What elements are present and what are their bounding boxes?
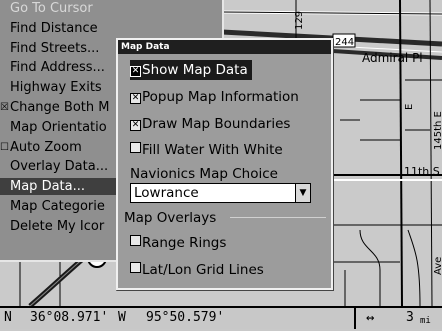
menu-item-label: Find Address... [10,60,105,76]
map-data-dialog: Map Data ✕ Show Map Data ✕ Popup Map Infor… [116,38,333,290]
checkbox-icon [130,235,141,246]
lat-lon-grid-lines-checkbox[interactable]: Lat/Lon Grid Lines [130,260,264,280]
longitude-value: 95°50.579' [146,310,225,325]
map-label-e: E [404,104,415,110]
checkbox-icon: ✕ [130,93,141,104]
menu-item-label: Map Data... [10,179,86,195]
popup-map-information-checkbox[interactable]: ✕ Popup Map Information [130,87,299,107]
checkbox-icon [130,262,141,273]
menu-item[interactable]: Go To Cursor [0,0,222,17]
map-label-129: 129 [294,11,305,30]
checkbox-icon [130,142,141,153]
checkbox-icon: ✕ [130,120,141,131]
map-overlays-heading: Map Overlays [124,210,217,226]
scale-unit: mi [420,316,431,326]
fill-water-white-checkbox[interactable]: Fill Water With White [130,140,283,160]
checkbox-icon: ☐ [0,141,9,153]
dialog-title: Map Data [118,40,331,54]
menu-item-label: Highway Exits [10,80,102,96]
show-map-data-checkbox[interactable]: ✕ Show Map Data [130,60,252,80]
menu-item-label: Overlay Data... [10,159,109,175]
checkbox-icon: ☒ [0,102,9,113]
map-label-145th: 145th E [433,111,442,150]
menu-item-label: Delete My Icor [10,218,105,234]
menu-item-label: Map Orientatio [10,119,107,135]
latitude-value: 36°08.971' [30,310,109,325]
map-label-11th-st: 11th S [404,165,440,178]
map-label-road-244: 244 [335,37,354,48]
navionics-map-select[interactable]: Lowrance ▼ [130,183,311,203]
menu-item-label: Find Distance [10,20,98,36]
menu-item-label: Go To Cursor [10,1,93,16]
checkbox-icon: ✕ [130,66,141,77]
menu-item-label: Find Streets... [10,40,100,56]
navionics-map-select-value: Lowrance [134,185,199,201]
menu-item-label: Map Categorie [10,199,105,214]
latitude-hemisphere: N [4,310,12,325]
range-rings-checkbox[interactable]: Range Rings [130,233,226,253]
menu-item-label: Auto Zoom [10,139,82,155]
divider [354,308,356,329]
divider [230,217,326,218]
navionics-map-choice-heading: Navionics Map Choice [130,166,278,182]
menu-item[interactable]: Find Distance [0,20,222,37]
map-label-admiral-pl: Admiral Pl [362,51,423,65]
longitude-hemisphere: W [118,310,126,325]
scale-value: 3 [406,310,414,325]
zoom-arrows-icon: ↔ [366,310,375,326]
chevron-down-icon[interactable]: ▼ [295,184,310,202]
map-label-ave: Ave [433,257,442,275]
status-bar: N 36°08.971' W 95°50.579' ↔ 3 mi [0,306,442,329]
draw-map-boundaries-checkbox[interactable]: ✕ Draw Map Boundaries [130,114,290,134]
menu-item-label: Change Both M [10,100,110,115]
